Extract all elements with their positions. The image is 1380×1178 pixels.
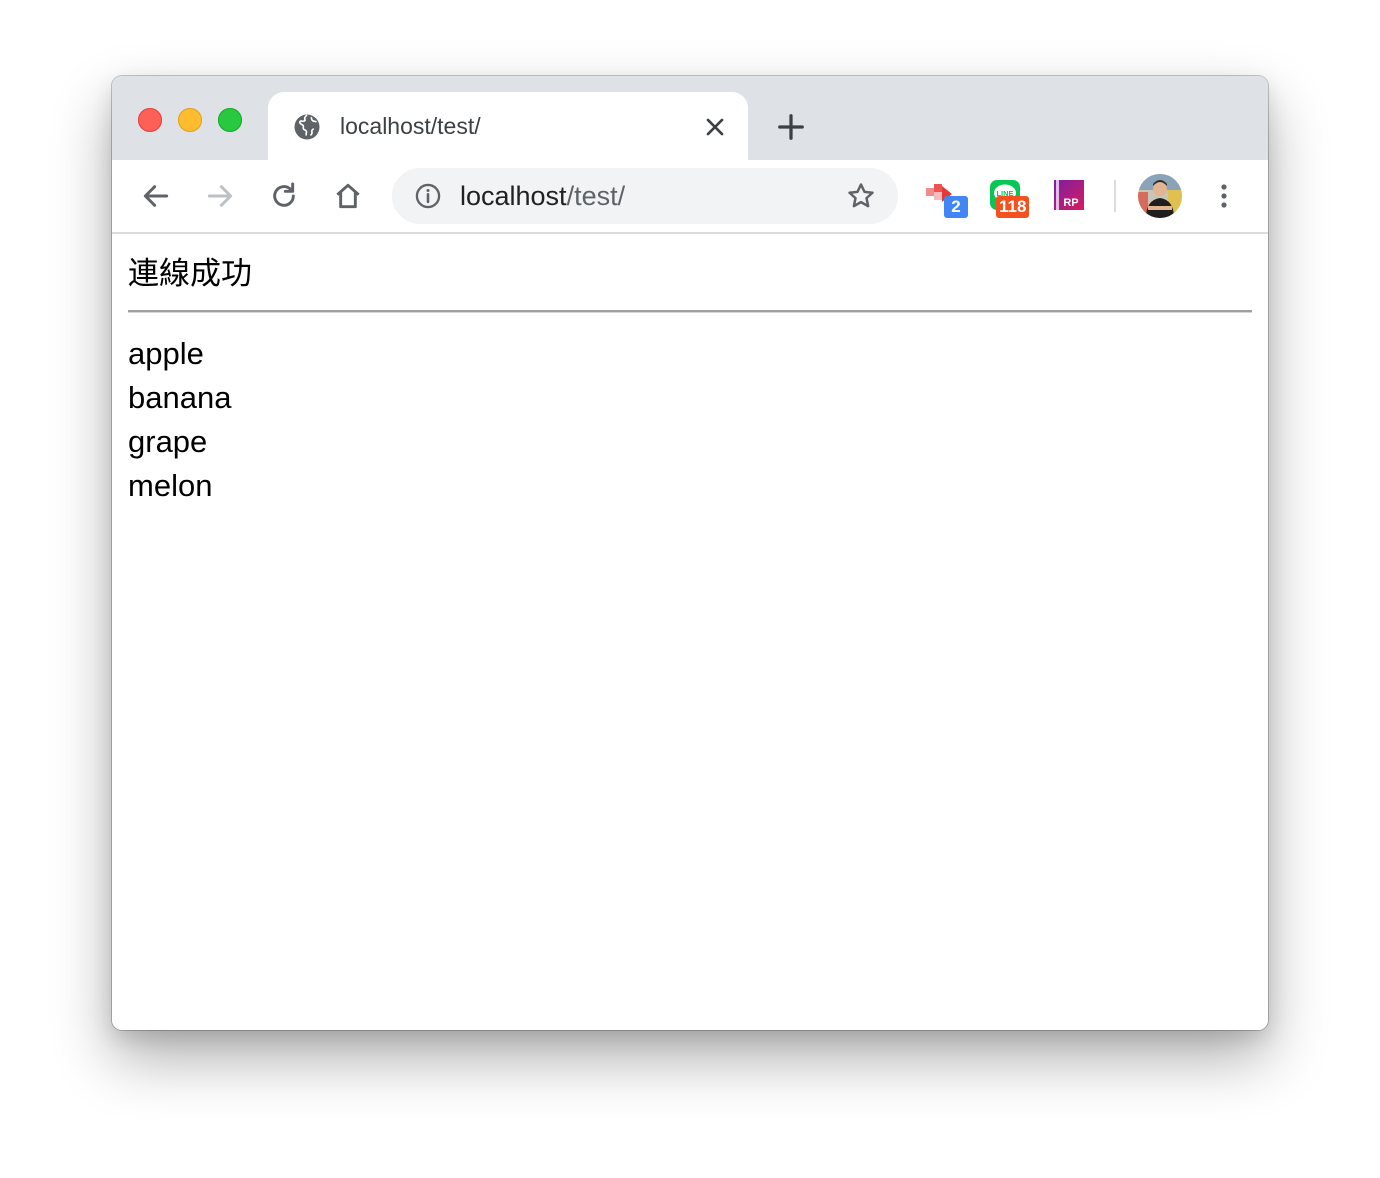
arrow-right-icon[interactable] bbox=[204, 180, 236, 212]
rp-label: RP bbox=[1063, 197, 1078, 209]
url-host: localhost bbox=[460, 181, 567, 211]
rp-extension-icon[interactable]: RP bbox=[1052, 178, 1086, 212]
list-item: apple bbox=[128, 336, 204, 371]
tab-title: localhost/test/ bbox=[340, 113, 481, 139]
list-item: banana bbox=[128, 380, 232, 415]
reload-icon[interactable] bbox=[268, 180, 300, 212]
list-item: grape bbox=[128, 424, 208, 459]
extension-badge: 118 bbox=[996, 196, 1030, 218]
tab-strip: localhost/test/ bbox=[112, 76, 1268, 160]
globe-icon bbox=[294, 114, 320, 140]
maximize-window-button[interactable] bbox=[218, 108, 242, 132]
line-extension-icon[interactable]: LINE 118 bbox=[988, 178, 1030, 218]
home-icon[interactable] bbox=[332, 180, 364, 212]
url-path: /test/ bbox=[566, 181, 626, 211]
more-vert-icon[interactable] bbox=[1212, 180, 1236, 212]
close-window-button[interactable] bbox=[138, 108, 162, 132]
info-icon[interactable] bbox=[414, 182, 442, 210]
star-icon[interactable] bbox=[846, 181, 876, 211]
minimize-window-button[interactable] bbox=[178, 108, 202, 132]
toolbar: localhost/test/ 2 LINE 118 RP bbox=[112, 160, 1268, 234]
extension-badge: 2 bbox=[944, 196, 968, 218]
red-arrow-extension-icon[interactable]: 2 bbox=[924, 178, 968, 218]
page-content: 連線成功 apple banana grape melon bbox=[112, 234, 1268, 1030]
avatar[interactable] bbox=[1138, 174, 1182, 218]
rp-icon: RP bbox=[1054, 180, 1084, 210]
profile-photo bbox=[1138, 174, 1182, 218]
address-bar[interactable]: localhost/test/ bbox=[392, 168, 898, 224]
url-text[interactable]: localhost/test/ bbox=[460, 180, 625, 212]
page-heading: 連線成功 bbox=[128, 256, 252, 291]
horizontal-rule bbox=[128, 310, 1252, 313]
close-tab-icon[interactable] bbox=[702, 114, 728, 140]
plus-icon[interactable] bbox=[776, 112, 806, 142]
tab-localhost[interactable]: localhost/test/ bbox=[268, 92, 748, 160]
toolbar-divider bbox=[1114, 180, 1116, 212]
fruit-list: apple banana grape melon bbox=[128, 332, 231, 508]
arrow-left-icon[interactable] bbox=[140, 180, 172, 212]
list-item: melon bbox=[128, 468, 213, 503]
browser-window: localhost/test/ localhost/test/ 2 LINE 1… bbox=[112, 76, 1268, 1030]
